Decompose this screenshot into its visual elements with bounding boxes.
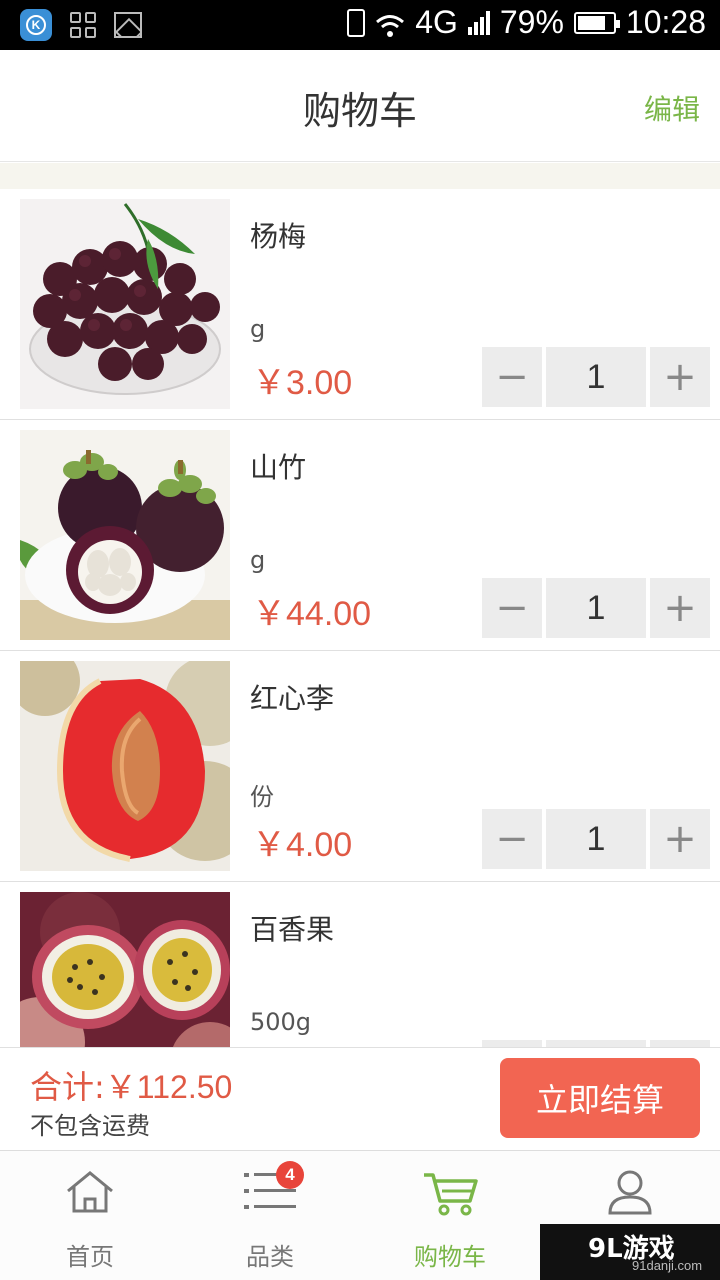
cart-item[interactable]: 山竹 g ￥44.00 − 1 + bbox=[0, 420, 720, 651]
cart-item[interactable]: 百香果 500g − + bbox=[0, 882, 720, 1047]
increase-quantity-button[interactable]: + bbox=[650, 809, 710, 869]
quantity-value[interactable]: 1 bbox=[546, 347, 646, 407]
cart-item-list[interactable]: 杨梅 g ￥3.00 − 1 + 山竹 g ￥44.00 − 1 + 红心李 份… bbox=[0, 189, 720, 1047]
cart-item[interactable]: 杨梅 g ￥3.00 − 1 + bbox=[0, 189, 720, 420]
site-watermark: 9L游戏 91danji.com bbox=[540, 1224, 720, 1280]
clock: 10:28 bbox=[625, 4, 706, 40]
cart-count-badge: 4 bbox=[276, 1161, 304, 1189]
user-icon bbox=[608, 1170, 652, 1215]
product-price: ￥4.00 bbox=[252, 826, 353, 864]
product-unit: 份 bbox=[250, 783, 274, 811]
product-image-bayberry[interactable] bbox=[20, 199, 230, 409]
product-price: ￥3.00 bbox=[252, 364, 353, 402]
total-price: 合计:￥112.50 bbox=[30, 1062, 232, 1108]
tab-label: 购物车 bbox=[414, 1243, 486, 1271]
total-amount: ￥112.50 bbox=[104, 1069, 233, 1105]
shipping-note: 不包含运费 bbox=[30, 1112, 150, 1140]
cart-item[interactable]: 红心李 份 ￥4.00 − 1 + bbox=[0, 651, 720, 882]
battery-percent: 79% bbox=[499, 4, 564, 40]
product-image-passion-fruit[interactable] bbox=[20, 892, 230, 1047]
image-notification-icon bbox=[114, 12, 142, 38]
decrease-quantity-button[interactable]: − bbox=[482, 809, 542, 869]
apps-grid-icon bbox=[70, 12, 96, 38]
checkout-button[interactable]: 立即结算 bbox=[500, 1058, 700, 1138]
decrease-quantity-button[interactable]: − bbox=[482, 347, 542, 407]
edit-button[interactable]: 编辑 bbox=[644, 88, 700, 128]
cart-icon bbox=[424, 1173, 478, 1216]
tab-home[interactable]: 首页 bbox=[0, 1151, 180, 1280]
product-unit: g bbox=[250, 546, 266, 574]
checkout-summary-bar: 合计:￥112.50 不包含运费 立即结算 bbox=[0, 1047, 720, 1150]
navigation-header: 购物车 编辑 bbox=[0, 50, 720, 162]
tab-cart[interactable]: 购物车 bbox=[360, 1151, 540, 1280]
increase-quantity-button[interactable]: + bbox=[650, 1040, 710, 1047]
tab-label: 首页 bbox=[66, 1243, 114, 1271]
home-icon bbox=[67, 1171, 113, 1213]
product-unit: 500g bbox=[250, 1008, 312, 1036]
app-notification-icon: K bbox=[20, 9, 52, 41]
quantity-stepper[interactable]: − 1 + bbox=[482, 347, 710, 407]
product-name: 山竹 bbox=[250, 451, 307, 484]
status-bar-system: 4G 79% 10:28 bbox=[347, 4, 706, 41]
decrease-quantity-button[interactable]: − bbox=[482, 578, 542, 638]
product-name: 百香果 bbox=[250, 913, 335, 946]
wifi-icon bbox=[375, 10, 405, 37]
product-image-red-plum[interactable] bbox=[20, 661, 230, 871]
vibrate-icon bbox=[347, 8, 366, 37]
signal-icon bbox=[467, 10, 490, 35]
increase-quantity-button[interactable]: + bbox=[650, 347, 710, 407]
tab-categories[interactable]: 品类 bbox=[180, 1151, 360, 1280]
product-name: 杨梅 bbox=[250, 220, 307, 253]
quantity-value[interactable]: 1 bbox=[546, 809, 646, 869]
quantity-value[interactable]: 1 bbox=[546, 578, 646, 638]
decrease-quantity-button[interactable]: − bbox=[482, 1040, 542, 1047]
product-unit: g bbox=[250, 315, 266, 343]
product-name: 红心李 bbox=[250, 682, 335, 715]
network-type: 4G bbox=[415, 4, 458, 40]
product-image-mangosteen[interactable] bbox=[20, 430, 230, 640]
total-label: 合计: bbox=[30, 1068, 105, 1106]
quantity-value[interactable] bbox=[546, 1040, 646, 1047]
product-price: ￥44.00 bbox=[252, 595, 372, 633]
quantity-stepper[interactable]: − + bbox=[482, 1040, 710, 1047]
page-title: 购物车 bbox=[302, 89, 417, 133]
watermark-site: 91danji.com bbox=[632, 1258, 703, 1273]
increase-quantity-button[interactable]: + bbox=[650, 578, 710, 638]
quantity-stepper[interactable]: − 1 + bbox=[482, 809, 710, 869]
status-bar: K 4G 79% 10:28 bbox=[0, 0, 720, 50]
tab-label: 品类 bbox=[246, 1243, 294, 1271]
header-divider-band bbox=[0, 163, 720, 189]
quantity-stepper[interactable]: − 1 + bbox=[482, 578, 710, 638]
status-bar-notifications: K bbox=[20, 9, 142, 41]
battery-icon bbox=[573, 11, 620, 34]
